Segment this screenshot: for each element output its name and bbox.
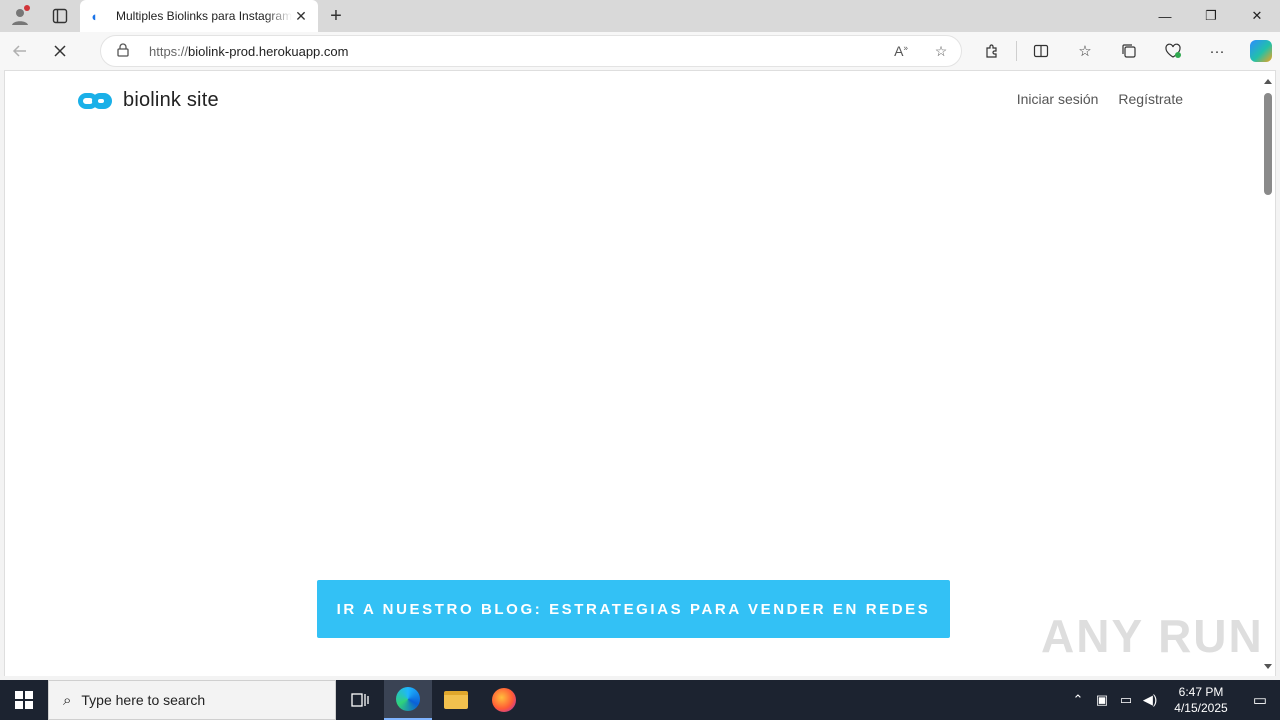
scroll-up-arrow-icon[interactable] bbox=[1264, 79, 1272, 84]
address-bar[interactable]: https://biolink-prod.herokuapp.com A» ☆ bbox=[100, 35, 962, 67]
read-aloud-icon[interactable]: A» bbox=[881, 43, 921, 59]
notifications-icon[interactable]: ▭ bbox=[1240, 691, 1280, 709]
minimize-button[interactable]: — bbox=[1142, 0, 1188, 32]
firefox-icon bbox=[492, 688, 516, 712]
copilot-button[interactable] bbox=[1239, 32, 1280, 70]
taskbar-file-explorer[interactable] bbox=[432, 680, 480, 720]
stop-icon bbox=[54, 45, 66, 57]
browser-tab-bar: ◖ Multiples Biolinks para Instagram ✕ + … bbox=[0, 0, 1280, 32]
login-link[interactable]: Iniciar sesión bbox=[1017, 91, 1099, 107]
tab-actions-button[interactable] bbox=[40, 0, 80, 32]
web-page: biolink site Iniciar sesión Regístrate I… bbox=[4, 70, 1276, 676]
browser-tools: ☆ ··· bbox=[970, 32, 1280, 70]
browser-tab[interactable]: ◖ Multiples Biolinks para Instagram ✕ bbox=[80, 0, 318, 32]
browser-toolbar: https://biolink-prod.herokuapp.com A» ☆ … bbox=[0, 32, 1280, 70]
system-tray: ⌃ ▣ ▭ ◀) 6:47 PM 4/15/2025 ▭ bbox=[1066, 680, 1280, 720]
blog-cta-button[interactable]: IR A NUESTRO BLOG: ESTRATEGIAS PARA VEND… bbox=[317, 580, 950, 638]
meet-now-icon[interactable]: ▣ bbox=[1090, 692, 1114, 708]
lock-icon bbox=[117, 42, 137, 60]
stop-loading-button[interactable] bbox=[40, 35, 80, 67]
task-view-button[interactable] bbox=[336, 680, 384, 720]
anyrun-watermark: ANY RUN bbox=[1041, 610, 1264, 662]
browser-essentials-icon[interactable] bbox=[1151, 32, 1195, 70]
extensions-icon[interactable] bbox=[970, 32, 1014, 70]
collections-icon[interactable] bbox=[1107, 32, 1151, 70]
page-scrollbar[interactable] bbox=[1261, 71, 1275, 676]
url-host: biolink-prod.herokuapp.com bbox=[188, 43, 349, 59]
site-logo[interactable]: biolink site bbox=[78, 89, 219, 112]
copilot-icon bbox=[1250, 40, 1272, 62]
link-logo-icon bbox=[78, 91, 114, 111]
favorites-icon[interactable]: ☆ bbox=[1063, 32, 1107, 70]
chevron-up-icon[interactable]: ⌃ bbox=[1066, 692, 1090, 708]
taskbar-edge[interactable] bbox=[384, 680, 432, 720]
url-protocol: https:// bbox=[149, 43, 189, 59]
loading-icon: ◖ bbox=[90, 8, 98, 24]
toolbar-divider bbox=[1016, 41, 1017, 61]
more-menu-icon[interactable]: ··· bbox=[1195, 32, 1239, 70]
clock[interactable]: 6:47 PM 4/15/2025 bbox=[1162, 684, 1240, 716]
clock-time: 6:47 PM bbox=[1178, 685, 1224, 699]
url-text: https://biolink-prod.herokuapp.com bbox=[149, 44, 881, 59]
search-placeholder: Type here to search bbox=[81, 692, 206, 708]
taskbar-firefox[interactable] bbox=[480, 680, 528, 720]
clock-date: 4/15/2025 bbox=[1174, 701, 1228, 715]
folder-icon bbox=[444, 691, 468, 709]
search-icon: ⌕ bbox=[63, 691, 72, 709]
tab-close-icon[interactable]: ✕ bbox=[292, 8, 310, 25]
register-link[interactable]: Regístrate bbox=[1118, 91, 1183, 107]
windows-taskbar: ⌕ Type here to search ⌃ ▣ ▭ ◀) 6:47 PM 4… bbox=[0, 680, 1280, 720]
scrollbar-thumb[interactable] bbox=[1264, 93, 1272, 195]
window-controls: — ❐ ✕ bbox=[1142, 0, 1280, 32]
windows-logo-icon bbox=[15, 691, 33, 709]
notification-dot bbox=[24, 5, 30, 11]
back-button[interactable] bbox=[0, 35, 40, 67]
start-button[interactable] bbox=[0, 680, 48, 720]
scroll-down-arrow-icon[interactable] bbox=[1264, 664, 1272, 669]
logo-text: biolink site bbox=[123, 89, 219, 111]
edge-icon bbox=[396, 687, 420, 711]
close-window-button[interactable]: ✕ bbox=[1234, 0, 1280, 32]
split-screen-icon[interactable] bbox=[1019, 32, 1063, 70]
tab-actions-icon bbox=[52, 8, 68, 24]
back-arrow-icon bbox=[12, 45, 26, 57]
network-icon[interactable]: ▭ bbox=[1114, 692, 1138, 708]
volume-icon[interactable]: ◀) bbox=[1138, 692, 1162, 708]
tab-title: Multiples Biolinks para Instagram bbox=[116, 9, 292, 23]
favorite-star-icon[interactable]: ☆ bbox=[921, 43, 961, 60]
taskbar-search-box[interactable]: ⌕ Type here to search bbox=[48, 680, 336, 720]
task-view-icon bbox=[351, 693, 369, 707]
profile-button[interactable] bbox=[0, 0, 40, 32]
header-nav: Iniciar sesión Regístrate bbox=[1017, 91, 1183, 107]
new-tab-button[interactable]: + bbox=[318, 0, 354, 32]
restore-button[interactable]: ❐ bbox=[1188, 0, 1234, 32]
